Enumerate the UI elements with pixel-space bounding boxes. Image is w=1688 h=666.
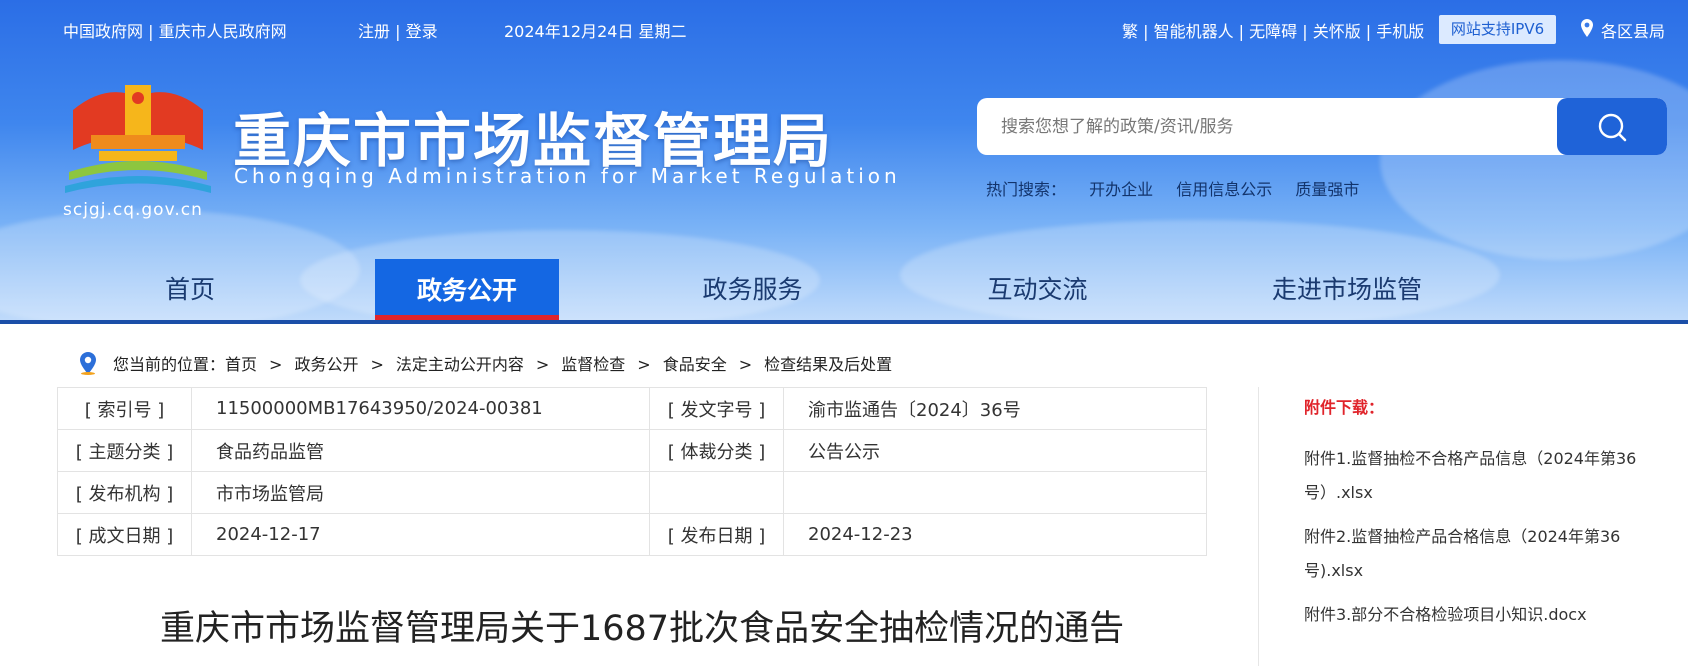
search-button[interactable]	[1557, 98, 1667, 155]
document-title: 重庆市市场监督管理局关于1687批次食品安全抽检情况的通告	[160, 609, 1125, 649]
meta-key: [ 发布机构 ]	[57, 471, 192, 514]
breadcrumb-trail: 您当前的位置：首页 > 政务公开 > 法定主动公开内容 > 监督检查 > 食品安全 > 检查结果及后…	[113, 354, 892, 376]
table-row: [ 索引号 ] 11500000MB17643950/2024-00381 [ …	[57, 387, 1207, 430]
breadcrumb-item[interactable]: 食品安全	[663, 355, 727, 374]
location-pin-icon	[1581, 19, 1593, 37]
accessibility-links[interactable]: 繁 | 智能机器人 | 无障碍 | 关怀版 | 手机版	[1122, 18, 1424, 42]
search-icon	[1598, 113, 1627, 141]
site-domain: scjgj.cq.gov.cn	[63, 200, 203, 220]
table-row: [ 成文日期 ] 2024-12-17 [ 发布日期 ] 2024-12-23	[57, 513, 1207, 556]
attachment-link[interactable]: 附件2.监督抽检产品合格信息（2024年第36号).xlsx	[1304, 520, 1644, 588]
nav-item-gov-affairs[interactable]: 政务公开	[375, 259, 559, 321]
hot-search-term[interactable]: 信用信息公示	[1176, 180, 1272, 199]
breadcrumb-item[interactable]: 首页	[225, 355, 257, 374]
meta-key	[649, 471, 784, 514]
attachment-link[interactable]: 附件3.部分不合格检验项目小知识.docx	[1304, 598, 1644, 632]
search-input[interactable]	[977, 98, 1557, 155]
breadcrumb-location-icon	[80, 352, 96, 375]
districts-link[interactable]: 各区县局	[1601, 18, 1665, 42]
breadcrumb-prefix: 您当前的位置：	[113, 355, 226, 374]
meta-key: [ 体裁分类 ]	[649, 429, 784, 472]
auth-links[interactable]: 注册 | 登录	[358, 18, 438, 42]
breadcrumb-separator: >	[738, 355, 753, 374]
meta-key: [ 发文字号 ]	[649, 387, 784, 430]
meta-value: 渝市监通告〔2024〕36号	[783, 387, 1207, 430]
breadcrumb-item[interactable]: 法定主动公开内容	[396, 355, 524, 374]
meta-key: [ 主题分类 ]	[57, 429, 192, 472]
meta-value: 公告公示	[783, 429, 1207, 472]
nav-item-interaction[interactable]: 互动交流	[975, 259, 1100, 320]
cloud-decoration	[1380, 60, 1688, 260]
breadcrumb-item[interactable]: 检查结果及后处置	[764, 355, 892, 374]
breadcrumb-item[interactable]: 政务公开	[294, 355, 358, 374]
nav-item-about[interactable]: 走进市场监管	[1262, 259, 1432, 320]
breadcrumb-item[interactable]: 监督检查	[561, 355, 625, 374]
meta-key: [ 成文日期 ]	[57, 513, 192, 556]
current-date: 2024年12月24日 星期二	[504, 22, 687, 41]
meta-value: 食品药品监管	[191, 429, 650, 472]
meta-value: 市市场监管局	[191, 471, 650, 514]
site-subtitle: Chongqing Administration for Market Regu…	[234, 164, 901, 188]
document-meta-table: [ 索引号 ] 11500000MB17643950/2024-00381 [ …	[57, 387, 1207, 556]
ipv6-badge[interactable]: 网站支持IPV6	[1439, 15, 1556, 44]
attachments-panel: 附件下载： 附件1.监督抽检不合格产品信息（2024年第36号）.xlsx 附件…	[1304, 394, 1644, 642]
sidebar-divider	[1258, 387, 1259, 666]
hot-search: 热门搜索： 开办企业 信用信息公示 质量强市	[986, 176, 1377, 200]
hot-search-label: 热门搜索：	[986, 180, 1067, 199]
attachment-link[interactable]: 附件1.监督抽检不合格产品信息（2024年第36号）.xlsx	[1304, 442, 1644, 510]
attachments-title: 附件下载：	[1304, 398, 1385, 417]
nav-item-gov-services[interactable]: 政务服务	[690, 259, 815, 320]
hot-search-term[interactable]: 质量强市	[1295, 180, 1359, 199]
top-utility-bar: 中国政府网 | 重庆市人民政府网 注册 | 登录 2024年12月24日 星期二…	[0, 15, 1688, 44]
table-row: [ 发布机构 ] 市市场监管局	[57, 471, 1207, 514]
meta-key: [ 发布日期 ]	[649, 513, 784, 556]
meta-value: 2024-12-23	[783, 513, 1207, 556]
nav-divider	[0, 320, 1688, 324]
hot-search-term[interactable]: 开办企业	[1089, 180, 1153, 199]
meta-value	[783, 471, 1207, 514]
breadcrumb-separator: >	[269, 355, 283, 374]
meta-key: [ 索引号 ]	[57, 387, 192, 430]
breadcrumb-separator: >	[637, 355, 651, 374]
nav-item-home[interactable]: 首页	[140, 259, 240, 320]
table-row: [ 主题分类 ] 食品药品监管 [ 体裁分类 ] 公告公示	[57, 429, 1207, 472]
site-header: 中国政府网 | 重庆市人民政府网 注册 | 登录 2024年12月24日 星期二…	[0, 0, 1688, 324]
meta-value: 11500000MB17643950/2024-00381	[191, 387, 650, 430]
breadcrumb-separator: >	[370, 355, 384, 374]
gov-links[interactable]: 中国政府网 | 重庆市人民政府网	[63, 18, 287, 42]
main-nav: 首页 政务公开 政务服务 互动交流 走进市场监管	[0, 259, 1688, 324]
breadcrumb-separator: >	[535, 355, 550, 374]
emblem-logo[interactable]	[63, 80, 213, 205]
search-box	[977, 98, 1667, 155]
meta-value: 2024-12-17	[191, 513, 650, 556]
